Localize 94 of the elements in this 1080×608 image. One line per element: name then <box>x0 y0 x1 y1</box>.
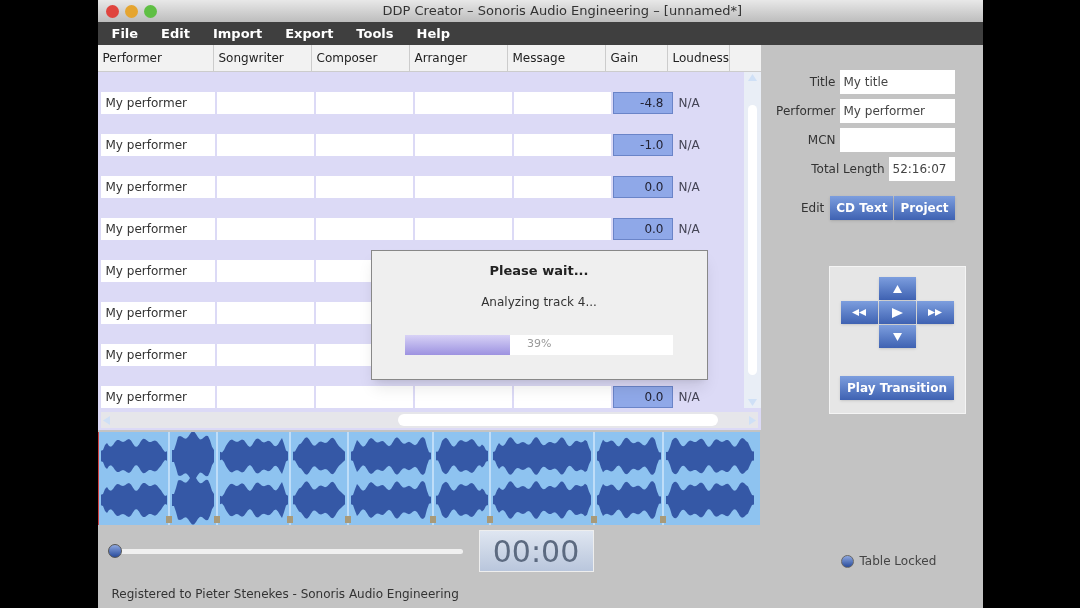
table-cell[interactable] <box>513 176 611 198</box>
table-cell[interactable] <box>513 92 611 114</box>
field-label: Total Length <box>811 161 885 178</box>
table-cell[interactable] <box>216 302 314 324</box>
time-display: 00:00 <box>478 530 594 572</box>
column-header[interactable]: Arranger <box>409 45 508 71</box>
dialog-message: Analyzing track 4... <box>481 293 597 311</box>
field-label: Title <box>809 74 836 91</box>
table-cell[interactable]: My performer <box>100 134 215 156</box>
table-cell[interactable] <box>315 176 413 198</box>
table-cell[interactable]: My performer <box>100 92 215 114</box>
play-transition-button[interactable]: Play Transition <box>840 376 954 400</box>
table-cell-text: N/A <box>677 221 701 238</box>
text-field[interactable]: My performer <box>839 99 955 123</box>
table-cell[interactable]: My performer <box>100 302 215 324</box>
slider-thumb[interactable] <box>107 544 122 558</box>
gain-cell[interactable]: 0.0 <box>612 218 673 240</box>
down-button[interactable] <box>878 325 916 348</box>
column-header[interactable]: Message <box>507 45 606 71</box>
text-field[interactable] <box>839 128 955 152</box>
column-header[interactable]: Gain <box>605 45 668 71</box>
table-cell-text: N/A <box>677 95 701 112</box>
table-cell-text: N/A <box>677 389 701 406</box>
scroll-up-icon[interactable] <box>747 74 757 81</box>
up-arrow-icon <box>892 284 902 293</box>
menu-item[interactable]: Tools <box>352 23 398 44</box>
column-header[interactable]: Loudness <box>667 45 730 71</box>
field-label: MCN <box>807 132 836 149</box>
gain-cell[interactable]: -4.8 <box>612 92 673 114</box>
table-cell[interactable] <box>216 218 314 240</box>
table-cell[interactable]: My performer <box>100 176 215 198</box>
up-button[interactable] <box>878 277 916 300</box>
table-cell[interactable] <box>315 92 413 114</box>
status-text: Registered to Pieter Stenekes - Sonoris Audio Engineering <box>110 586 460 603</box>
table-cell[interactable] <box>414 134 512 156</box>
table-cell[interactable]: My performer <box>100 218 215 240</box>
table-cell[interactable] <box>414 386 512 408</box>
column-header[interactable]: Songwriter <box>213 45 312 71</box>
table-cell[interactable] <box>414 92 512 114</box>
text-field[interactable]: 52:16:07 <box>888 157 955 181</box>
table-cell[interactable] <box>315 386 413 408</box>
edit-button[interactable]: CD Text <box>830 196 894 220</box>
gain-cell[interactable]: 0.0 <box>612 386 673 408</box>
table-cell[interactable] <box>414 176 512 198</box>
scrollbar-thumb[interactable] <box>397 414 718 426</box>
table-cell[interactable] <box>513 386 611 408</box>
play-button[interactable] <box>878 301 916 324</box>
down-arrow-icon <box>892 332 902 341</box>
table-cell[interactable] <box>315 218 413 240</box>
position-slider[interactable] <box>107 544 463 558</box>
zoom-icon[interactable] <box>143 4 157 18</box>
table-cell[interactable] <box>216 386 314 408</box>
rewind-icon <box>852 309 866 316</box>
play-icon <box>891 307 903 318</box>
progress-label: 39% <box>527 336 552 353</box>
close-icon[interactable] <box>105 4 119 18</box>
table-cell[interactable] <box>315 134 413 156</box>
table-cell[interactable]: My performer <box>100 260 215 282</box>
minimize-icon[interactable] <box>124 4 138 18</box>
table-cell[interactable] <box>513 218 611 240</box>
rewind-button[interactable] <box>840 301 878 324</box>
scroll-down-icon[interactable] <box>747 399 757 406</box>
table-cell[interactable] <box>216 134 314 156</box>
menu-item[interactable]: Edit <box>157 23 194 44</box>
gain-cell[interactable]: 0.0 <box>612 176 673 198</box>
table-cell[interactable] <box>513 134 611 156</box>
horizontal-scrollbar[interactable] <box>100 412 758 428</box>
text-field[interactable]: My title <box>839 70 955 94</box>
fast-forward-button[interactable] <box>916 301 954 324</box>
edit-label: Edit <box>801 200 825 217</box>
window-title: DDP Creator – Sonoris Audio Engineering – [unnamed*] <box>382 2 743 21</box>
menu-item[interactable]: File <box>107 23 143 44</box>
fast-forward-icon <box>928 309 942 316</box>
edit-button[interactable]: Project <box>894 196 955 220</box>
table-cell[interactable] <box>216 260 314 282</box>
table-cell[interactable] <box>216 92 314 114</box>
menu-item[interactable]: Export <box>281 23 338 44</box>
table-cell-text: N/A <box>677 179 701 196</box>
column-header[interactable]: Composer <box>311 45 410 71</box>
radio-label: Table Locked <box>859 553 937 570</box>
menu-item[interactable]: Help <box>412 23 455 44</box>
table-cell-text: N/A <box>677 137 701 154</box>
table-cell[interactable] <box>414 218 512 240</box>
field-label: Performer <box>776 103 836 120</box>
menu-item[interactable]: Import <box>208 23 267 44</box>
table-cell[interactable]: My performer <box>100 386 215 408</box>
column-header[interactable]: Performer <box>97 45 214 71</box>
gain-cell[interactable]: -1.0 <box>612 134 673 156</box>
table-cell[interactable] <box>216 344 314 366</box>
dialog-title: Please wait... <box>489 262 589 280</box>
vertical-scrollbar[interactable] <box>743 72 761 408</box>
radio-button[interactable] <box>840 554 854 568</box>
table-cell[interactable]: My performer <box>100 344 215 366</box>
table-cell[interactable] <box>216 176 314 198</box>
